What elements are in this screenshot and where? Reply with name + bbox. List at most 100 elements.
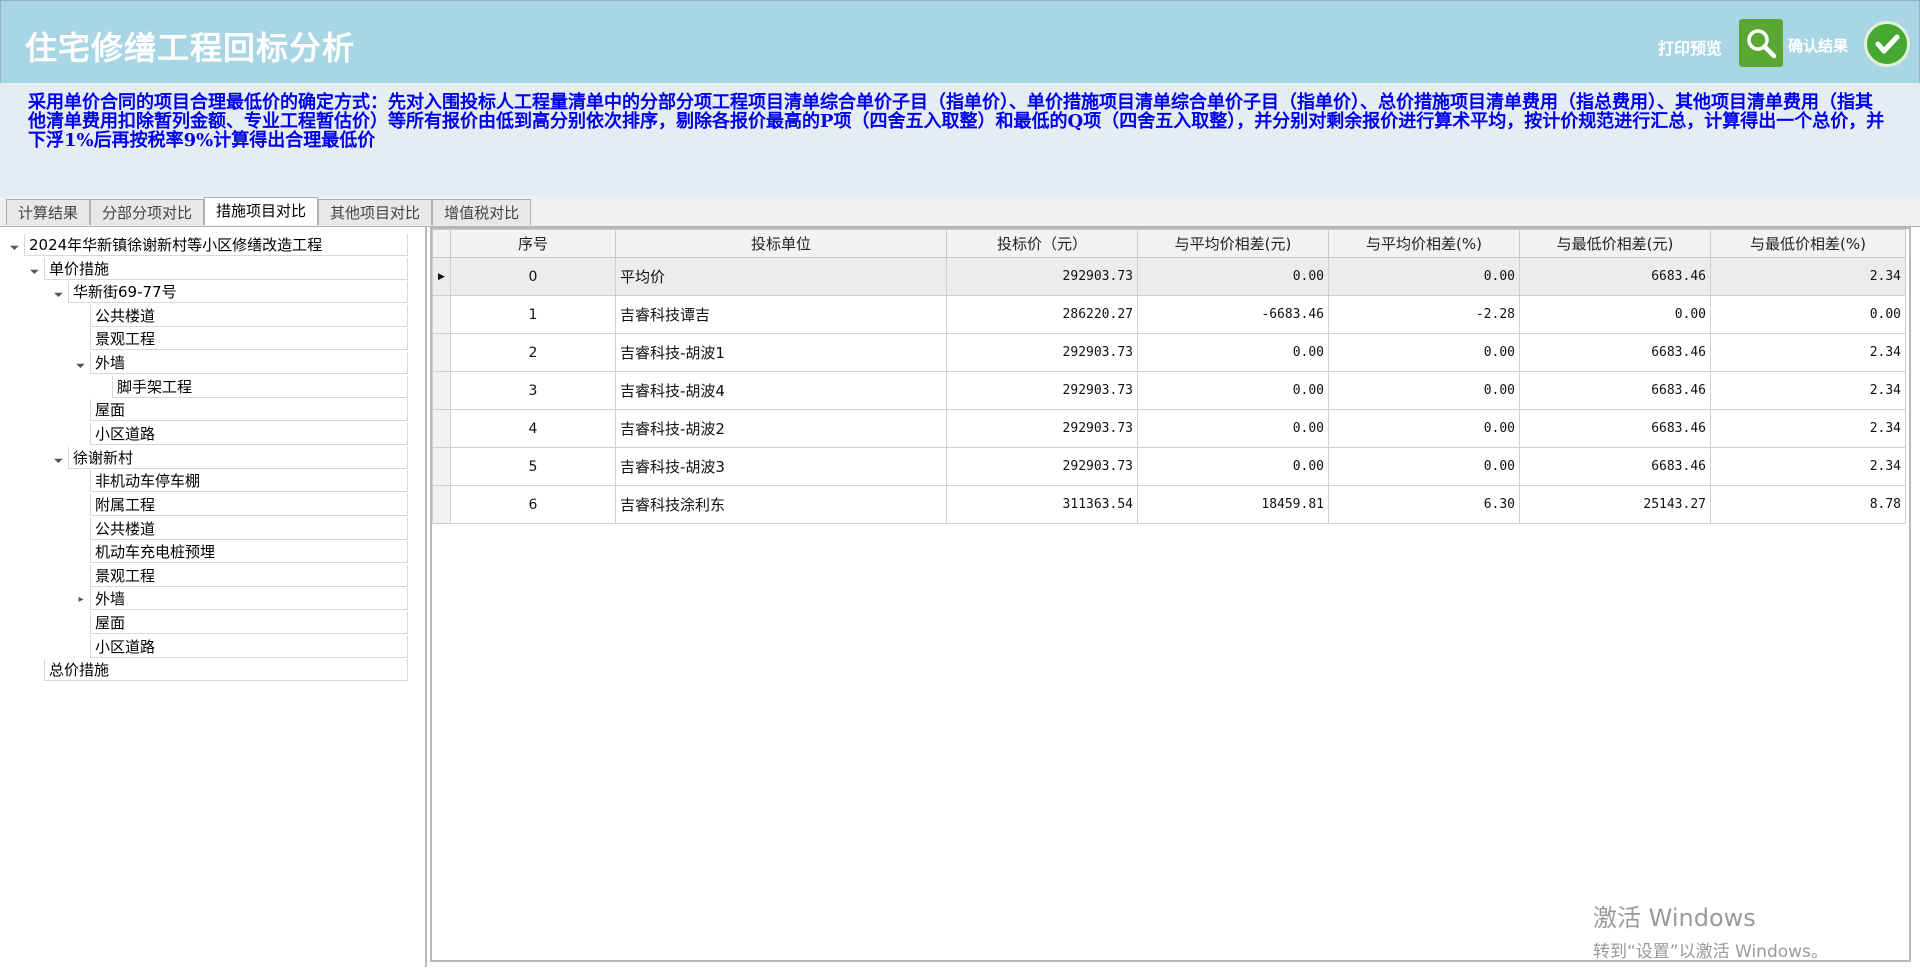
cell-unit[interactable]: 平均价 xyxy=(615,257,947,296)
tab-measure-compare[interactable]: 措施项目对比 xyxy=(204,197,319,225)
cell-price[interactable]: 286220.27 xyxy=(946,295,1138,334)
current-row-indicator-icon[interactable]: ▶ xyxy=(432,257,451,296)
tree-node-label[interactable]: 脚手架工程 xyxy=(112,376,408,398)
tree-node[interactable]: 小区道路 xyxy=(74,422,408,446)
col-header-diff-min[interactable]: 与最低价相差(元) xyxy=(1519,229,1711,258)
tree-node-label[interactable]: 附属工程 xyxy=(90,494,408,516)
col-header-diff-avg-pct[interactable]: 与平均价相差(%) xyxy=(1328,229,1520,258)
tree-expanded-icon[interactable]: ◢ xyxy=(25,259,45,279)
cell-diff-avg-pct[interactable]: 0.00 xyxy=(1328,333,1520,372)
table-row[interactable]: ▶ 0 平均价 292903.73 0.00 0.00 6683.46 2.34 xyxy=(432,257,1906,296)
tree-node[interactable]: 公共楼道 xyxy=(74,304,408,328)
table-row[interactable]: 2 吉睿科技-胡波1 292903.73 0.00 0.00 6683.46 2.34 xyxy=(432,333,1906,372)
tree-node[interactable]: ◢ 单价措施 xyxy=(28,257,408,281)
tree-node-label[interactable]: 徐谢新村 xyxy=(68,447,408,469)
cell-diff-avg-pct[interactable]: 0.00 xyxy=(1328,257,1520,296)
tree-node-label[interactable]: 机动车充电桩预埋 xyxy=(90,541,408,563)
cell-diff-avg-pct[interactable]: 6.30 xyxy=(1328,485,1520,524)
tree-node[interactable]: 景观工程 xyxy=(74,327,408,351)
tree-node[interactable]: 脚手架工程 xyxy=(96,375,408,399)
col-header-bid-price[interactable]: 投标价（元） xyxy=(946,229,1138,258)
tree-node-label[interactable]: 2024年华新镇徐谢新村等小区修缮改造工程 xyxy=(24,234,408,256)
tree-node-label[interactable]: 屋面 xyxy=(90,399,408,421)
tree-expanded-icon[interactable]: ◢ xyxy=(49,448,69,468)
tree-node[interactable]: 机动车充电桩预埋 xyxy=(74,540,408,564)
tree-node-label[interactable]: 外墙 xyxy=(90,352,408,374)
tree-node-label[interactable]: 外墙 xyxy=(90,588,408,610)
cell-diff-avg[interactable]: -6683.46 xyxy=(1137,295,1329,334)
tree-node[interactable]: ▸ 外墙 xyxy=(74,587,408,611)
cell-diff-min[interactable]: 6683.46 xyxy=(1519,257,1711,296)
cell-diff-avg-pct[interactable]: 0.00 xyxy=(1328,371,1520,410)
tree-node[interactable]: 附属工程 xyxy=(74,493,408,517)
tree-node-label[interactable]: 公共楼道 xyxy=(90,518,408,540)
tree-node[interactable]: 屋面 xyxy=(74,398,408,422)
tree-expanded-icon[interactable]: ◢ xyxy=(5,235,25,255)
cell-unit[interactable]: 吉睿科技涂利东 xyxy=(615,485,947,524)
table-row[interactable]: 4 吉睿科技-胡波2 292903.73 0.00 0.00 6683.46 2.34 xyxy=(432,409,1906,448)
cell-diff-avg[interactable]: 0.00 xyxy=(1137,447,1329,486)
tree-node[interactable]: ◢ 外墙 xyxy=(74,351,408,375)
col-header-bidder[interactable]: 投标单位 xyxy=(615,229,947,258)
tree-node-label[interactable]: 景观工程 xyxy=(90,328,408,350)
cell-price[interactable]: 292903.73 xyxy=(946,257,1138,296)
cell-no[interactable]: 3 xyxy=(450,371,616,410)
confirm-check-icon[interactable] xyxy=(1864,21,1910,67)
cell-price[interactable]: 292903.73 xyxy=(946,371,1138,410)
cell-diff-min-pct[interactable]: 8.78 xyxy=(1710,485,1906,524)
tree-node[interactable]: 非机动车停车棚 xyxy=(74,469,408,493)
table-row[interactable]: 3 吉睿科技-胡波4 292903.73 0.00 0.00 6683.46 2.34 xyxy=(432,371,1906,410)
tree-node[interactable]: 总价措施 xyxy=(28,658,408,682)
cell-unit[interactable]: 吉睿科技-胡波3 xyxy=(615,447,947,486)
col-header-diff-min-pct[interactable]: 与最低价相差(%) xyxy=(1710,229,1906,258)
cell-diff-avg[interactable]: 0.00 xyxy=(1137,409,1329,448)
tree-node[interactable]: 小区道路 xyxy=(74,635,408,659)
cell-diff-avg[interactable]: 18459.81 xyxy=(1137,485,1329,524)
tab-vat-compare[interactable]: 增值税对比 xyxy=(432,199,532,225)
tab-other-compare[interactable]: 其他项目对比 xyxy=(318,199,433,225)
col-header-no[interactable]: 序号 xyxy=(450,229,616,258)
tree-node[interactable]: 屋面 xyxy=(74,611,408,635)
cell-diff-avg[interactable]: 0.00 xyxy=(1137,333,1329,372)
cell-price[interactable]: 311363.54 xyxy=(946,485,1138,524)
tree-node-label[interactable]: 公共楼道 xyxy=(90,305,408,327)
cell-diff-min-pct[interactable]: 0.00 xyxy=(1710,295,1906,334)
cell-diff-min-pct[interactable]: 2.34 xyxy=(1710,371,1906,410)
tree-expanded-icon[interactable]: ◢ xyxy=(71,353,91,373)
tree-node-label[interactable]: 小区道路 xyxy=(90,636,408,658)
tree-node[interactable]: 公共楼道 xyxy=(74,517,408,541)
cell-price[interactable]: 292903.73 xyxy=(946,409,1138,448)
cell-no[interactable]: 5 xyxy=(450,447,616,486)
cell-diff-avg-pct[interactable]: 0.00 xyxy=(1328,447,1520,486)
tree-collapsed-icon[interactable]: ▸ xyxy=(74,592,88,606)
tree-node[interactable]: 景观工程 xyxy=(74,564,408,588)
cell-diff-min-pct[interactable]: 2.34 xyxy=(1710,447,1906,486)
cell-price[interactable]: 292903.73 xyxy=(946,447,1138,486)
tree-node-label[interactable]: 屋面 xyxy=(90,612,408,634)
table-row[interactable]: 6 吉睿科技涂利东 311363.54 18459.81 6.30 25143.27 8.7… xyxy=(432,485,1906,524)
table-row[interactable]: 5 吉睿科技-胡波3 292903.73 0.00 0.00 6683.46 2.34 xyxy=(432,447,1906,486)
cell-diff-avg[interactable]: 0.00 xyxy=(1137,257,1329,296)
cell-unit[interactable]: 吉睿科技-胡波2 xyxy=(615,409,947,448)
row-indicator[interactable] xyxy=(432,295,451,334)
tree-node[interactable]: ◢ 华新街69-77号 xyxy=(52,280,408,304)
tree-node-label[interactable]: 小区道路 xyxy=(90,423,408,445)
cell-no[interactable]: 2 xyxy=(450,333,616,372)
cell-diff-min[interactable]: 6683.46 xyxy=(1519,409,1711,448)
cell-diff-min[interactable]: 6683.46 xyxy=(1519,371,1711,410)
tree-node[interactable]: ◢ 徐谢新村 xyxy=(52,446,408,470)
tree-node[interactable]: ◢ 2024年华新镇徐谢新村等小区修缮改造工程 xyxy=(8,233,408,257)
confirm-result-button[interactable]: 确认结果 xyxy=(1788,35,1848,56)
cell-diff-avg-pct[interactable]: -2.28 xyxy=(1328,295,1520,334)
row-indicator[interactable] xyxy=(432,409,451,448)
tab-item-compare[interactable]: 分部分项对比 xyxy=(90,199,205,225)
print-preview-icon[interactable] xyxy=(1739,19,1783,67)
cell-diff-min[interactable]: 25143.27 xyxy=(1519,485,1711,524)
cell-diff-avg-pct[interactable]: 0.00 xyxy=(1328,409,1520,448)
row-indicator[interactable] xyxy=(432,371,451,410)
tree-node-label[interactable]: 景观工程 xyxy=(90,565,408,587)
row-indicator[interactable] xyxy=(432,447,451,486)
tree-node-label[interactable]: 总价措施 xyxy=(44,659,408,681)
cell-diff-min-pct[interactable]: 2.34 xyxy=(1710,257,1906,296)
tree-node-label[interactable]: 华新街69-77号 xyxy=(68,281,408,303)
